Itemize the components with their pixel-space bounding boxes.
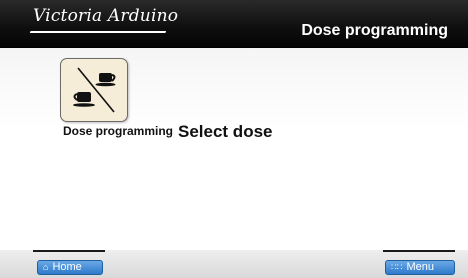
page-title: Dose programming: [301, 22, 448, 39]
tile-label: Dose programming: [63, 124, 174, 138]
main-content: Dose programming Select dose: [0, 48, 468, 250]
no-cup-icon: [73, 67, 116, 113]
dose-programming-tile[interactable]: [60, 58, 128, 122]
select-dose-label: Select dose: [178, 122, 273, 141]
home-accent-line: [33, 250, 105, 252]
menu-button[interactable]: ∷∷ Menu: [385, 260, 455, 275]
menu-accent-line: [383, 250, 455, 252]
bottom-bar: ⌂ Home ∷∷ Menu: [0, 250, 468, 278]
header-bar: Victoria Arduino Dose programming: [0, 0, 468, 48]
grid-icon: ∷∷: [391, 262, 403, 272]
home-button[interactable]: ⌂ Home: [37, 260, 103, 275]
home-button-label: Home: [52, 261, 82, 273]
home-icon: ⌂: [43, 262, 49, 272]
brand-underline: [29, 31, 167, 33]
brand-logo: Victoria Arduino: [33, 6, 179, 26]
screen: Victoria Arduino Dose programming Dose p…: [0, 0, 468, 278]
menu-button-label: Menu: [406, 261, 434, 273]
